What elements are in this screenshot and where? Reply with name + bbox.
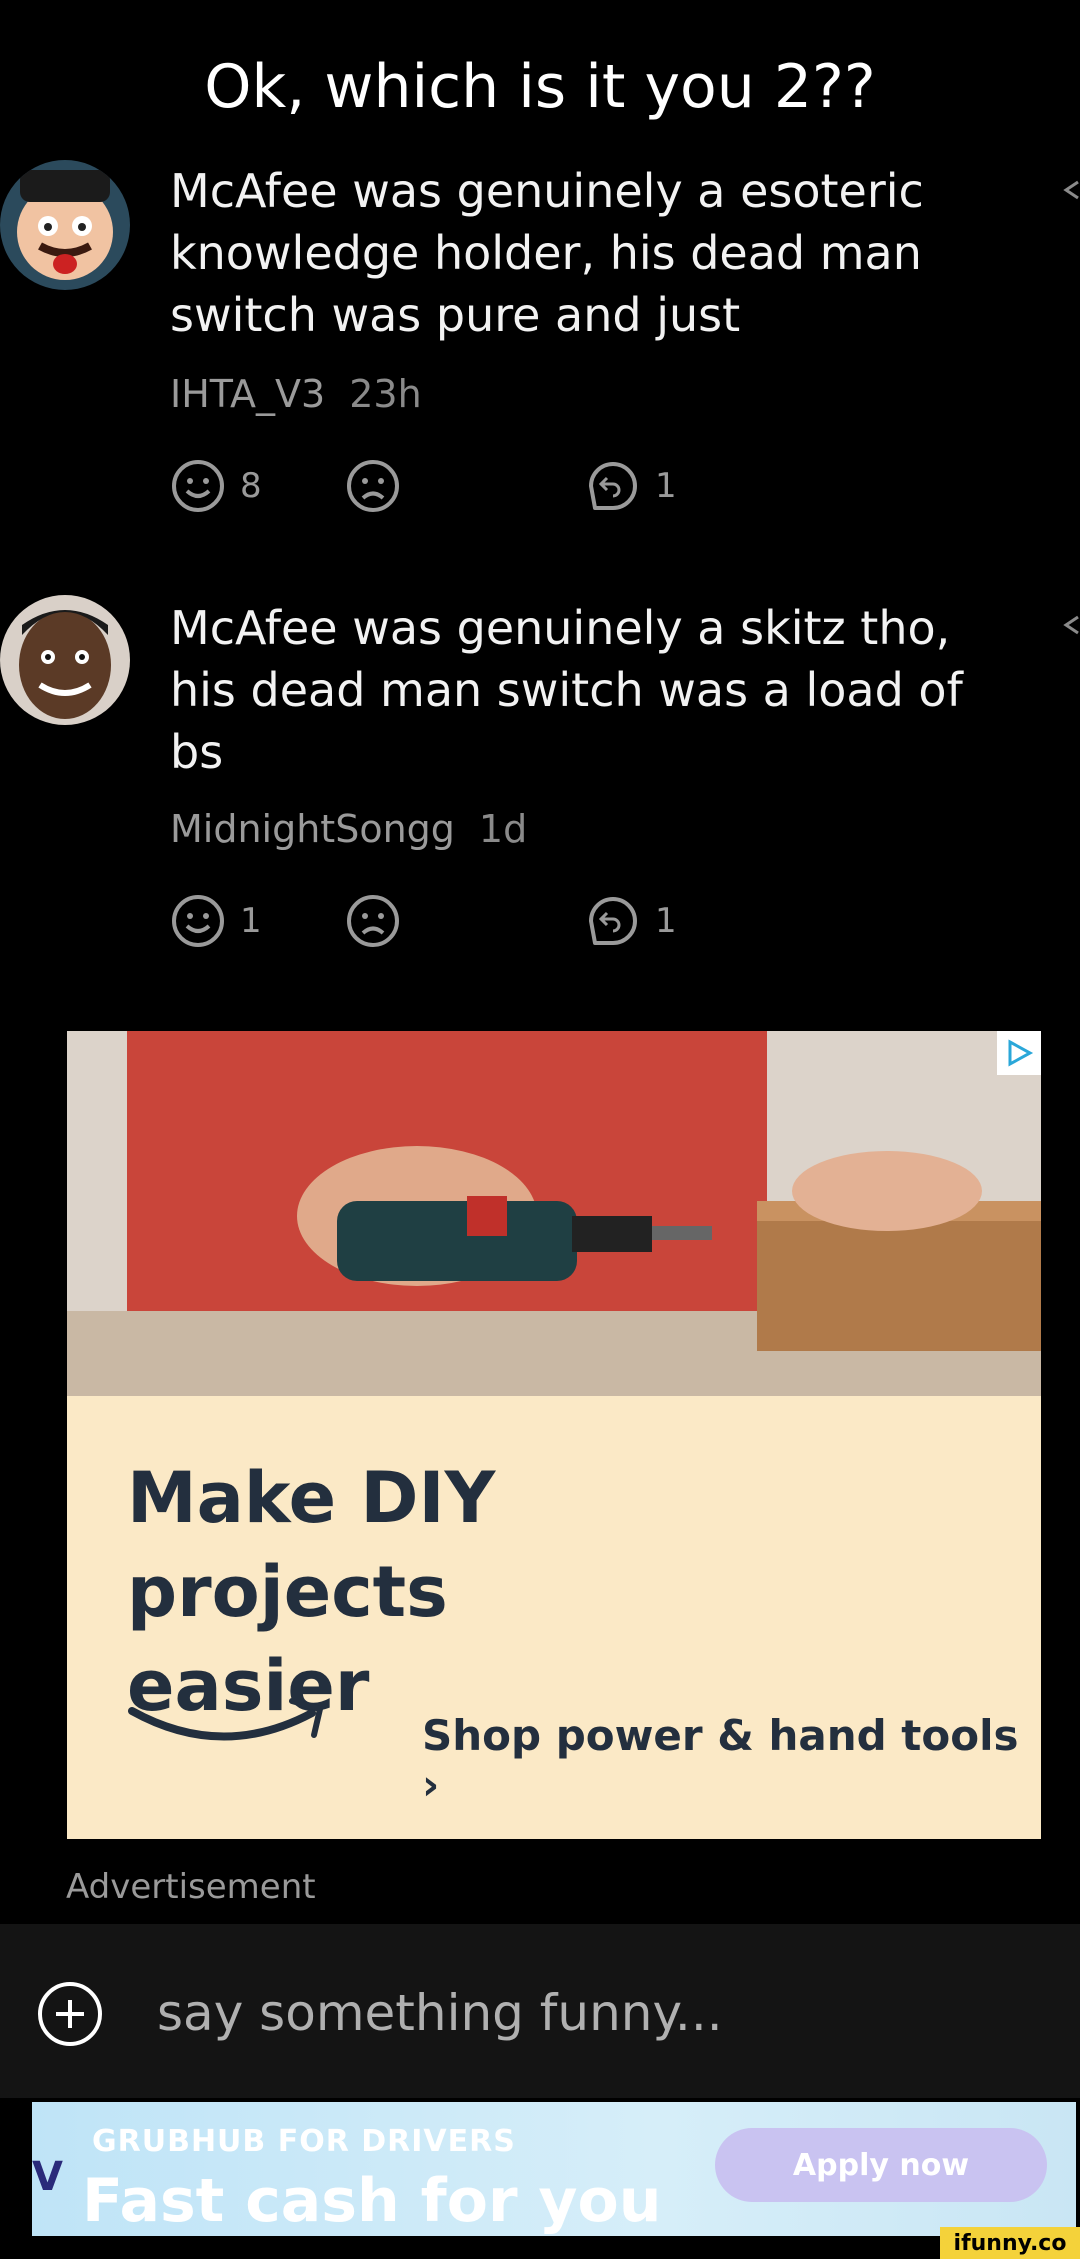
comment-time: 23h [349,372,422,416]
reply-count: 1 [655,901,677,941]
comment-1: McAfee was genuinely a esoteric knowledg… [0,150,1080,530]
watermark: ifunny.co [940,2227,1080,2259]
smile-button[interactable]: 1 [170,893,262,949]
reply-count: 1 [655,466,677,506]
reply-button[interactable]: 1 [585,893,677,949]
comment-meta: IHTA_V3 23h [170,372,422,416]
smile-icon [172,460,224,512]
frown-icon [347,460,399,512]
compose-bar: say something funny... [0,1924,1080,2098]
ad-banner[interactable]: Make DIY projects easier Shop power & ha… [67,1031,1041,1839]
unsmile-button[interactable] [345,458,401,514]
comment-input[interactable]: say something funny... [157,1984,723,2042]
apply-now-button[interactable]: Apply now [715,2128,1047,2202]
comment-meta: MidnightSongg 1d [170,807,527,851]
comment-actions: 8 1 [170,458,730,518]
ad-logo: V [32,2154,63,2200]
smile-count: 8 [240,466,262,506]
comment-time: 1d [478,807,528,851]
reply-icon [589,462,637,510]
avatar[interactable] [0,160,130,290]
post-title: Ok, which is it you 2?? [204,52,876,122]
chevron-left-icon[interactable] [1062,605,1080,645]
frown-icon [347,895,399,947]
comment-actions: 1 1 [170,893,730,953]
ad-choices-icon[interactable] [997,1031,1041,1075]
reply-icon [589,897,637,945]
amazon-smile-logo [128,1698,324,1741]
comment-author[interactable]: IHTA_V3 [170,372,325,416]
ad-label: Advertisement [66,1867,316,1907]
smile-icon [172,895,224,947]
ad-photo [67,1031,1041,1396]
add-icon[interactable] [36,1980,104,2048]
comment-text: McAfee was genuinely a esoteric knowledg… [170,164,924,342]
ad-cta[interactable]: Shop power & hand tools › [422,1711,1041,1809]
chevron-left-icon[interactable] [1062,170,1080,210]
bottom-ad-banner[interactable]: V GRUBHUB FOR DRIVERS Fast cash for you … [32,2102,1076,2236]
comment-text: McAfee was genuinely a skitz tho, his de… [170,601,963,779]
banner-headline: Fast cash for you [82,2166,662,2236]
banner-brand: GRUBHUB FOR DRIVERS [92,2124,516,2159]
smile-button[interactable]: 8 [170,458,262,514]
avatar[interactable] [0,595,130,725]
unsmile-button[interactable] [345,893,401,949]
comment-author[interactable]: MidnightSongg [170,807,455,851]
smile-count: 1 [240,901,262,941]
comment-2: McAfee was genuinely a skitz tho, his de… [0,585,1080,965]
reply-button[interactable]: 1 [585,458,677,514]
